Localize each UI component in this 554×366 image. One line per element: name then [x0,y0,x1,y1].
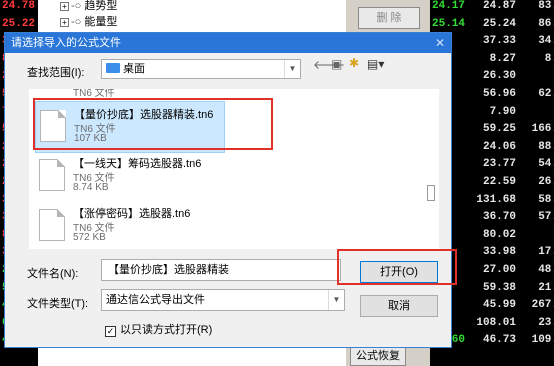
quote-cell: 108.01 [476,316,516,329]
quote-cell: 131.68 [476,193,516,206]
document-icon [39,209,65,241]
quote-cell: 26. [538,176,554,188]
quote-cell: 26.30 [482,70,516,83]
quote-cell: 54. [538,158,554,171]
delete-button[interactable]: 删 除 [358,7,420,29]
quote-cell: 33.98 [482,246,516,259]
quote-cell: 46.73 [482,334,516,347]
look-in-select[interactable]: 桌面 ▼ [101,59,301,79]
desktop-folder-icon [106,63,120,73]
quote-cell: 25.24 [482,17,516,30]
quote-cell: 24.17 [432,0,466,12]
quote-cell: 86. [538,17,554,30]
quote-cell: 8.27 [489,52,516,65]
dialog-title: 请选择导入的公式文件 [11,37,121,49]
open-file-dialog: 请选择导入的公式文件 ✕ 查找范围(I): 桌面 ▼ 🡐 ▣ ✱ ▤▾ TN6 … [4,32,452,348]
file-item-yixiantian[interactable]: 【一线天】筹码选股器.tn6 TN6 文件 8.74 KB [35,151,225,203]
tree-item-energy[interactable]: + -○ 能量型 [60,13,117,29]
highlight-open-button [337,249,457,285]
expand-icon[interactable]: + [60,2,69,11]
formula-tree: + -○ 趋势型 + -○ 能量型 [38,0,346,32]
quote-cell: 36.70 [482,211,516,224]
quote-cell: 62. [538,88,554,100]
quote-row: 24.17 24.87 83. [432,0,554,14]
expand-icon[interactable]: + [60,18,69,27]
quote-cell: 58. [538,193,554,206]
chevron-down-icon[interactable]: ▼ [328,290,344,310]
quote-cell: 37.33 [482,35,516,48]
tree-bottom [38,348,346,366]
view-menu-icon[interactable]: ▤▾ [367,57,384,71]
quote-cell: 34. [538,35,554,48]
quote-cell: 56.96 [482,88,516,100]
document-icon [39,159,65,191]
price-cell: 24.78 [2,0,36,12]
quote-cell: 23.77 [482,158,516,171]
quote-cell: 45.99 [482,299,516,312]
chevron-down-icon[interactable]: ▼ [284,60,300,78]
quote-cell: 80.02 [482,228,516,241]
quote-cell: 24.87 [482,0,516,12]
quote-cell: 166. [531,123,554,136]
file-item-zhangting[interactable]: 【涨停密码】选股器.tn6 TN6 文件 572 KB [35,201,225,249]
formula-restore-button[interactable]: 公式恢复 [350,346,406,366]
highlight-file-selection [33,98,273,150]
quote-cell: 17. [538,246,554,259]
filename-label: 文件名(N): [27,268,79,280]
quote-cell: 21. [538,281,554,294]
quote-cell: 27.00 [482,264,516,276]
quote-cell: 23. [538,316,554,329]
close-icon[interactable]: ✕ [435,33,445,53]
quote-cell: 25.14 [432,17,466,30]
filename-input[interactable]: 【量价抄底】选股器精装 [101,259,341,281]
filetype-select[interactable]: 通达信公式导出文件 ▼ [101,289,345,311]
tree-item-trend[interactable]: + -○ 趋势型 [60,0,117,13]
quote-cell: 267. [531,299,554,312]
quote-cell: 88. [538,140,554,153]
quote-cell: 57. [538,211,554,224]
quote-cell: 22.59 [482,176,516,188]
cancel-button[interactable]: 取消 [360,295,438,317]
new-folder-icon[interactable]: ✱ [349,56,359,70]
quote-row: 25.14 25.24 86. [432,16,554,32]
scrollbar-thumb[interactable] [427,185,435,201]
quote-cell: 59.38 [482,281,516,294]
quote-cell: 109. [531,334,554,347]
quote-cell: 48. [538,264,554,276]
readonly-checkbox[interactable]: ✓ 以只读方式打开(R) [105,321,212,337]
up-folder-icon[interactable]: ▣ [331,57,342,71]
quote-cell: 24.06 [482,140,516,153]
price-cell: 25.22 [2,17,36,30]
checkbox-box[interactable]: ✓ [105,326,116,337]
look-in-label: 查找范围(I): [27,67,85,79]
dialog-titlebar: 请选择导入的公式文件 ✕ [5,33,451,53]
quote-cell: 7.90 [489,105,516,118]
filetype-label: 文件类型(T): [27,298,89,310]
quote-cell: 59.25 [482,123,516,136]
quote-cell: 8. [544,52,554,65]
quote-cell: 83. [538,0,554,12]
